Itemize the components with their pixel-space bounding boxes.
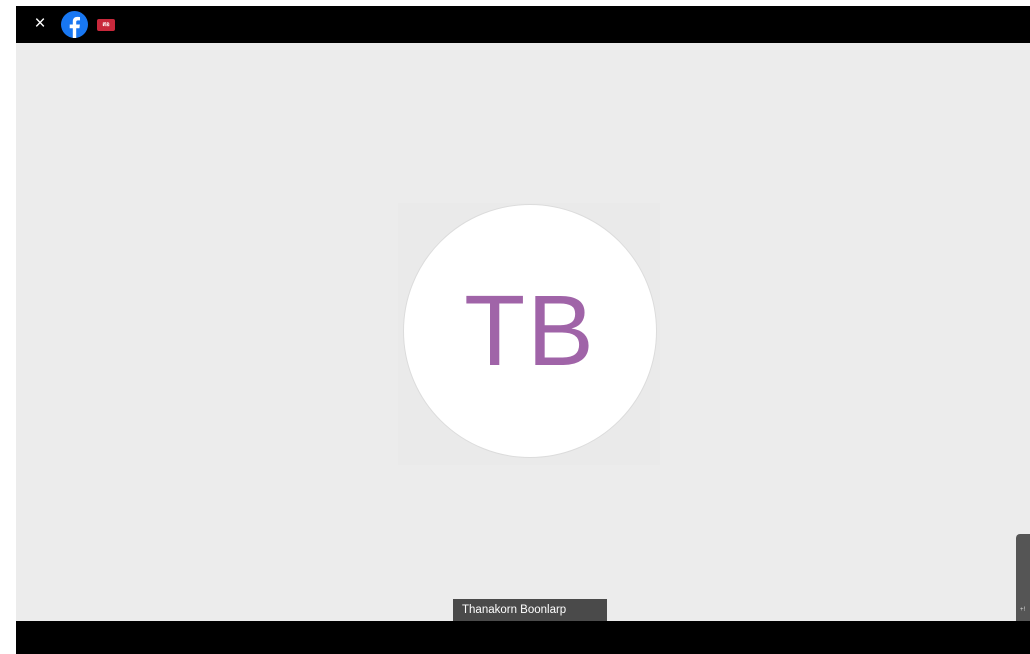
side-handle-glyph: +! [1020,607,1026,613]
video-stage: TB Thanakorn Boonlarp +! [16,43,1030,621]
avatar-initials: TB [464,274,596,387]
side-panel-handle[interactable]: +! [1016,534,1030,621]
facebook-icon[interactable] [61,11,88,38]
participant-name-label: Thanakorn Boonlarp [453,599,607,621]
bottom-bar [16,621,1030,654]
avatar: TB [403,204,657,458]
app-badge-icon[interactable]: สอ [97,19,115,31]
meeting-window: × สอ TB Thanakorn Boonlarp +! [16,6,1030,654]
top-toolbar: × สอ [16,6,1030,43]
close-icon[interactable]: × [30,14,50,34]
